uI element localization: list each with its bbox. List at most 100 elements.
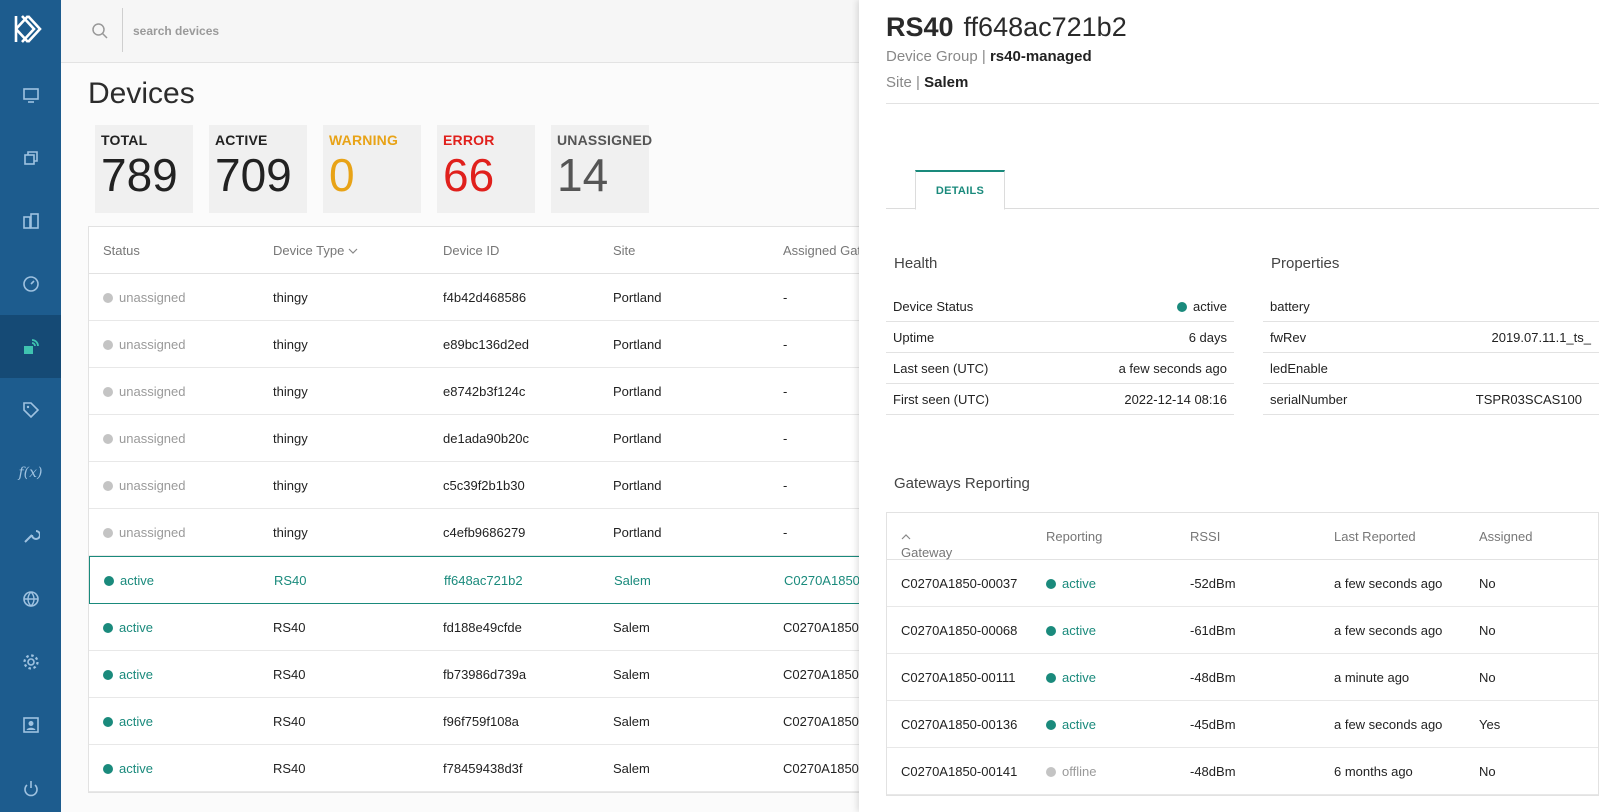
stat-active[interactable]: ACTIVE 709 [209, 125, 307, 213]
table-row[interactable]: active RS40 ff648ac721b2 Salem C0270A1850-0 [89, 556, 887, 604]
status-dot-icon [103, 716, 113, 727]
health-row: Uptime 6 days [886, 322, 1234, 353]
devices-table: Status Device Type Device ID Site Assign… [88, 226, 888, 793]
row-status: unassigned [103, 384, 186, 399]
table-row[interactable]: active RS40 fb73986d739a Salem C0270A1850-0 [89, 651, 887, 698]
nav-devices[interactable] [0, 315, 61, 378]
gateway-assigned: No [1479, 670, 1496, 685]
row-device-type: thingy [273, 477, 308, 493]
property-value: 2019.07.11.1_ts_ [1491, 329, 1591, 345]
status-dot-icon [1046, 626, 1056, 636]
nav-account[interactable] [0, 693, 61, 756]
stat-warning[interactable]: WARNING 0 [323, 125, 421, 213]
gateway-name: C0270A1850-00037 [901, 576, 1018, 591]
status-dot-icon [103, 433, 113, 444]
buildings-icon [22, 212, 39, 229]
devices-page: Devices TOTAL 789 ACTIVE 709 WARNING 0 E… [61, 63, 888, 812]
monitor-icon [22, 87, 39, 103]
col-device-type[interactable]: Device Type [273, 243, 358, 258]
status-dot-icon [103, 669, 113, 680]
gateway-rssi: -48dBm [1190, 764, 1236, 779]
row-status-text: unassigned [119, 430, 186, 446]
nav-tools[interactable] [0, 504, 61, 567]
gateway-row[interactable]: C0270A1850-00111 active -48dBm a minute ago… [887, 654, 1598, 701]
logo-icon[interactable] [14, 14, 42, 44]
nav-settings[interactable] [0, 630, 61, 693]
health-key: First seen (UTC) [893, 391, 990, 407]
stat-unassigned[interactable]: UNASSIGNED 14 [551, 125, 652, 213]
gateway-assigned: No [1479, 764, 1496, 779]
gateway-row[interactable]: C0270A1850-00141 offline -48dBm 6 months ag… [887, 748, 1598, 795]
health-value: active [1177, 299, 1227, 314]
stat-total[interactable]: TOTAL 789 [95, 125, 193, 213]
property-key: battery [1270, 298, 1310, 314]
col-reporting[interactable]: Reporting [1046, 529, 1102, 544]
row-site: Salem [613, 713, 650, 729]
search-divider [122, 8, 123, 52]
gateway-row[interactable]: C0270A1850-00136 active -45dBm a few second… [887, 701, 1598, 748]
table-row[interactable]: active RS40 fd188e49cfde Salem C0270A1850-0 [89, 604, 887, 651]
stat-value: 66 [443, 149, 495, 201]
search-icon[interactable] [91, 22, 109, 40]
gateway-reporting-text: active [1062, 576, 1096, 591]
stat-error[interactable]: ERROR 66 [437, 125, 535, 213]
table-row[interactable]: unassigned thingy e89bc136d2ed Portland - [89, 321, 887, 368]
gateway-row[interactable]: C0270A1850-00068 active -61dBm a few second… [887, 607, 1598, 654]
health-title: Health [894, 255, 938, 272]
gateways-body: C0270A1850-00037 active -52dBm a few second… [887, 560, 1598, 795]
status-dot-icon [1177, 301, 1188, 312]
row-device-type: RS40 [273, 619, 306, 635]
table-row[interactable]: active RS40 f96f759f108a Salem C0270A1850-0 [89, 698, 887, 745]
gateway-assigned: Yes [1479, 717, 1501, 732]
stat-label: TOTAL [101, 132, 148, 148]
table-row[interactable]: unassigned thingy c5c39f2b1b30 Portland - [89, 462, 887, 509]
status-dot-icon [1046, 579, 1056, 589]
nav-global[interactable] [0, 567, 61, 630]
col-last-reported[interactable]: Last Reported [1334, 529, 1416, 544]
col-gateway-label: Gateway [901, 545, 953, 560]
table-row[interactable]: unassigned thingy de1ada90b20c Portland - [89, 415, 887, 462]
col-rssi[interactable]: RSSI [1190, 529, 1220, 544]
nav-dashboard[interactable] [0, 63, 61, 126]
device-group-value[interactable]: rs40-managed [990, 48, 1092, 65]
nav-monitor[interactable] [0, 252, 61, 315]
table-row[interactable]: active RS40 f78459438d3f Salem C0270A1850-0 [89, 745, 887, 792]
health-key: Uptime [893, 329, 935, 345]
health-key: Last seen (UTC) [893, 360, 989, 376]
property-row: battery [1263, 291, 1599, 322]
row-status: active [103, 761, 153, 776]
page-title: Devices [88, 77, 195, 110]
table-row[interactable]: unassigned thingy f4b42d468586 Portland - [89, 274, 887, 321]
search-input[interactable] [133, 20, 533, 42]
row-status-text: active [119, 666, 153, 682]
row-device-type: thingy [273, 524, 308, 540]
nav-tags[interactable] [0, 378, 61, 441]
panel-device-type: RS40 [886, 12, 954, 42]
gateway-rssi: -48dBm [1190, 670, 1236, 685]
row-site: Portland [613, 477, 662, 493]
gateway-row[interactable]: C0270A1850-00037 active -52dBm a few second… [887, 560, 1598, 607]
col-gateway[interactable]: Gateway [901, 529, 952, 560]
table-row[interactable]: unassigned thingy e8742b3f124c Portland - [89, 368, 887, 415]
col-status[interactable]: Status [103, 243, 140, 258]
table-row[interactable]: unassigned thingy c4efb9686279 Portland - [89, 509, 887, 556]
nav-functions[interactable]: f(x) [0, 441, 61, 504]
row-device-id: f96f759f108a [443, 713, 519, 729]
row-assigned-gateway: C0270A1850-0 [783, 713, 871, 729]
nav-groups[interactable] [0, 126, 61, 189]
nav-logout[interactable] [0, 756, 61, 812]
col-device-id[interactable]: Device ID [443, 243, 499, 258]
row-site: Salem [614, 572, 651, 588]
nav-sites[interactable] [0, 189, 61, 252]
stat-label: WARNING [329, 132, 399, 148]
row-device-type: thingy [273, 289, 308, 305]
col-assigned-gateway[interactable]: Assigned Gate [783, 243, 868, 258]
row-status-text: active [120, 572, 154, 588]
tab-details[interactable]: DETAILS [915, 170, 1005, 210]
device-site-value[interactable]: Salem [924, 74, 968, 91]
col-assigned[interactable]: Assigned [1479, 529, 1532, 544]
col-site[interactable]: Site [613, 243, 635, 258]
stat-label: ACTIVE [215, 132, 268, 148]
gateway-name: C0270A1850-00141 [901, 764, 1018, 779]
row-device-id: e89bc136d2ed [443, 336, 530, 352]
